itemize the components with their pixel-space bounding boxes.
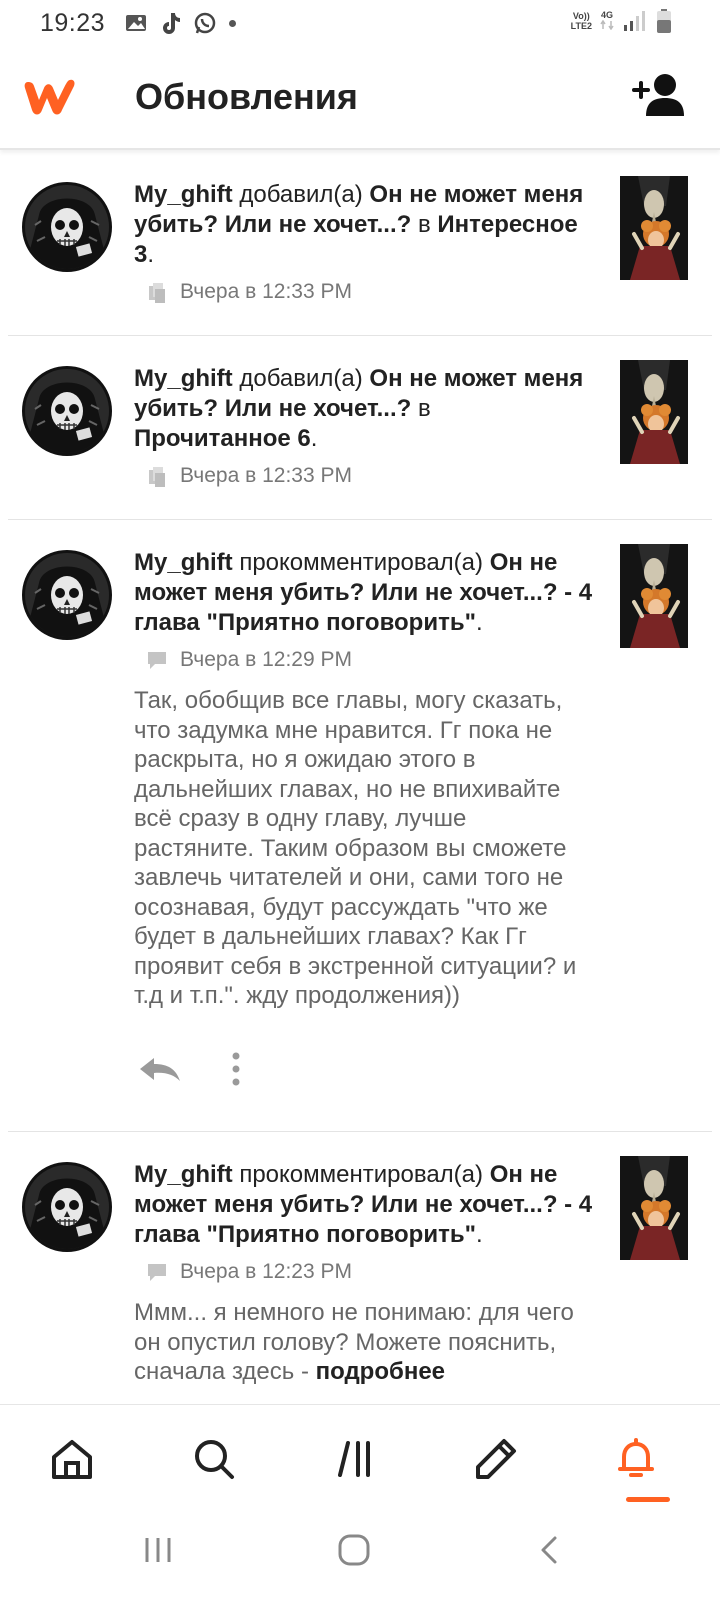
nav-notifications[interactable] — [612, 1435, 660, 1483]
updates-feed: My_ghift добавил(а) Он не может меня уби… — [8, 152, 712, 1404]
reaper-avatar-icon — [25, 553, 109, 637]
update-text: My_ghift прокомментировал(а) Он не может… — [134, 1160, 594, 1250]
list-item[interactable]: My_ghift добавил(а) Он не может меня уби… — [8, 152, 712, 336]
reaper-avatar-icon — [25, 1165, 109, 1249]
story-cover-image — [620, 1156, 688, 1260]
story-cover-image — [620, 176, 688, 280]
battery-icon — [657, 9, 671, 33]
timestamp: Вчера в 12:33 PM — [180, 280, 352, 303]
end-text: . — [147, 241, 155, 268]
username-link[interactable]: My_ghift — [134, 365, 233, 392]
end-text: . — [475, 1221, 483, 1248]
data-indicator: 4G — [600, 10, 614, 32]
data-arrows-icon — [600, 19, 614, 31]
wattpad-logo-icon[interactable] — [22, 74, 82, 120]
update-meta: Вчера в 12:23 PM — [146, 1260, 352, 1284]
network-type-label: 4G — [600, 10, 613, 20]
update-meta: Вчера в 12:29 PM — [146, 648, 352, 672]
whatsapp-icon — [194, 12, 216, 34]
username-link[interactable]: My_ghift — [134, 549, 233, 576]
add-friend-icon[interactable] — [632, 72, 684, 118]
username-link[interactable]: My_ghift — [134, 181, 233, 208]
system-nav-bar — [0, 1508, 720, 1600]
comment-icon — [148, 1264, 166, 1281]
update-text: My_ghift добавил(а) Он не может меня уби… — [134, 364, 594, 454]
story-cover[interactable] — [620, 176, 688, 280]
back-icon — [541, 1536, 557, 1564]
more-notifications-dot — [229, 19, 237, 27]
reading-list-link[interactable]: Прочитанное 6 — [134, 425, 311, 452]
nav-library[interactable] — [332, 1435, 380, 1483]
comment-bold: подробнее — [315, 1358, 446, 1385]
username-link[interactable]: My_ghift — [134, 1161, 233, 1188]
nav-search[interactable] — [190, 1435, 238, 1483]
connector-text: в — [411, 211, 438, 238]
avatar[interactable] — [22, 182, 112, 272]
reaper-avatar-icon — [25, 369, 109, 453]
avatar[interactable] — [22, 550, 112, 640]
volte-indicator: Vo)) LTE2 — [571, 11, 592, 31]
nav-home[interactable] — [48, 1435, 96, 1483]
nav-write[interactable] — [472, 1435, 520, 1483]
timestamp: Вчера в 12:29 PM — [180, 648, 352, 671]
reading-list-icon — [149, 467, 165, 487]
gallery-icon — [126, 15, 147, 31]
avatar[interactable] — [22, 366, 112, 456]
story-cover[interactable] — [620, 544, 688, 648]
connector-text: в — [411, 395, 431, 422]
app-bar: Обновления — [0, 46, 720, 150]
update-meta: Вчера в 12:33 PM — [146, 464, 352, 488]
more-options-icon[interactable] — [230, 1052, 242, 1086]
lte-label: LTE2 — [570, 21, 592, 31]
notification-icons — [125, 11, 237, 35]
action-text: прокомментировал(а) — [232, 549, 490, 576]
home-icon — [52, 1440, 92, 1479]
story-cover-image — [620, 360, 688, 464]
home-button-icon — [338, 1534, 370, 1566]
recents-icon — [145, 1538, 171, 1562]
action-text: добавил(а) — [232, 365, 370, 392]
comment-icon — [148, 652, 166, 669]
story-cover[interactable] — [620, 360, 688, 464]
reaper-avatar-icon — [25, 185, 109, 269]
reading-list-icon — [149, 283, 165, 303]
write-icon — [476, 1439, 516, 1479]
update-meta: Вчера в 12:33 PM — [146, 280, 352, 304]
library-icon — [338, 1441, 370, 1477]
avatar[interactable] — [22, 1162, 112, 1252]
active-tab-indicator — [626, 1497, 670, 1502]
list-item[interactable]: My_ghift прокомментировал(а) Он не может… — [8, 520, 712, 1132]
list-item[interactable]: My_ghift добавил(а) Он не может меня уби… — [8, 336, 712, 520]
search-icon — [195, 1440, 234, 1479]
story-cover[interactable] — [620, 1156, 688, 1260]
action-text: прокомментировал(а) — [232, 1161, 490, 1188]
tiktok-icon — [163, 13, 181, 34]
reply-icon[interactable] — [138, 1056, 182, 1082]
comment-text: Так, обобщив все главы, могу сказать, чт… — [134, 687, 577, 1009]
status-bar: 19:23 Vo)) LTE2 4G — [0, 0, 720, 46]
end-text: . — [310, 425, 318, 452]
bottom-nav — [0, 1404, 720, 1508]
story-cover-image — [620, 544, 688, 648]
signal-icon — [624, 11, 645, 31]
home-button[interactable] — [334, 1530, 374, 1570]
action-text: добавил(а) — [232, 181, 370, 208]
update-text: My_ghift прокомментировал(а) Он не может… — [134, 548, 594, 638]
notifications-icon — [618, 1438, 654, 1477]
timestamp: Вчера в 12:23 PM — [180, 1260, 352, 1283]
list-item[interactable]: My_ghift прокомментировал(а) Он не может… — [8, 1132, 712, 1404]
update-text: My_ghift добавил(а) Он не может меня уби… — [134, 180, 594, 270]
status-time: 19:23 — [40, 8, 106, 37]
recents-button[interactable] — [138, 1530, 178, 1570]
volte-label: Vo)) — [572, 11, 590, 21]
page-title: Обновления — [135, 76, 358, 117]
system-status: Vo)) LTE2 4G — [571, 8, 672, 34]
back-button[interactable] — [530, 1530, 570, 1570]
end-text: . — [475, 609, 483, 636]
comment-actions — [138, 1052, 242, 1086]
comment-text: Ммм... я немного не понимаю: для чего он… — [134, 1298, 584, 1387]
timestamp: Вчера в 12:33 PM — [180, 464, 352, 487]
